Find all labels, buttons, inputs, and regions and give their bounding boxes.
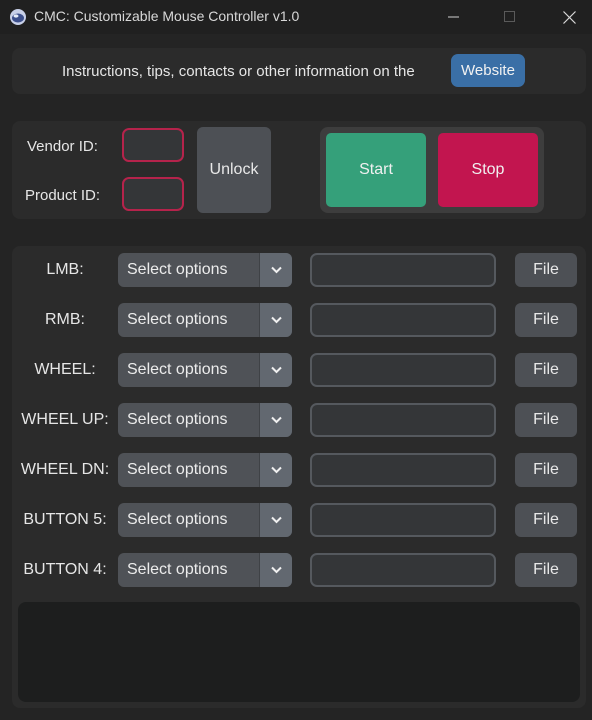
file-button[interactable]: File [515, 353, 577, 387]
file-button[interactable]: File [515, 503, 577, 537]
chevron-down-icon [271, 416, 282, 424]
mapping-row-rmb: RMB: Select options File [12, 303, 586, 337]
mapping-row-lmb: LMB: Select options File [12, 253, 586, 287]
mapping-row-wheel: WHEEL: Select options File [12, 353, 586, 387]
product-id-label: Product ID: [25, 187, 101, 204]
file-path-input[interactable] [310, 553, 496, 587]
start-button[interactable]: Start [326, 133, 426, 207]
chevron-down-icon [271, 266, 282, 274]
device-frame: Vendor ID: Product ID: Unlock Start Stop [12, 121, 586, 219]
unlock-button[interactable]: Unlock [197, 127, 271, 213]
file-path-input[interactable] [310, 353, 496, 387]
file-path-input[interactable] [310, 503, 496, 537]
select-value: Select options [127, 461, 228, 478]
maximize-button[interactable] [487, 0, 533, 34]
file-button[interactable]: File [515, 403, 577, 437]
info-frame: Instructions, tips, contacts or other in… [12, 48, 586, 94]
chevron-down-icon [271, 516, 282, 524]
mapping-row-button-4: BUTTON 4: Select options File [12, 553, 586, 587]
dropdown-button[interactable] [259, 303, 292, 337]
mapping-label: BUTTON 4: [23, 561, 107, 578]
minimize-button[interactable] [431, 0, 477, 34]
dropdown-button[interactable] [259, 453, 292, 487]
stop-button[interactable]: Stop [438, 133, 538, 207]
select-value: Select options [127, 561, 228, 578]
mapping-label: WHEEL DN: [20, 461, 110, 478]
mapping-row-wheel-dn: WHEEL DN: Select options File [12, 453, 586, 487]
action-select[interactable]: Select options [118, 303, 292, 337]
dropdown-button[interactable] [259, 403, 292, 437]
action-select[interactable]: Select options [118, 453, 292, 487]
file-button[interactable]: File [515, 303, 577, 337]
dropdown-button[interactable] [259, 503, 292, 537]
info-text: Instructions, tips, contacts or other in… [62, 63, 415, 80]
action-select[interactable]: Select options [118, 353, 292, 387]
mapping-label: RMB: [45, 311, 85, 328]
file-path-input[interactable] [310, 403, 496, 437]
chevron-down-icon [271, 466, 282, 474]
close-icon [563, 11, 576, 24]
mapping-label: LMB: [46, 261, 84, 278]
mouse-app-icon [10, 9, 26, 25]
mapping-label: WHEEL UP: [21, 411, 109, 428]
dropdown-button[interactable] [259, 553, 292, 587]
chevron-down-icon [271, 316, 282, 324]
maximize-icon [504, 11, 515, 22]
start-stop-panel: Start Stop [320, 127, 544, 213]
minimize-icon [448, 16, 459, 18]
website-button[interactable]: Website [451, 54, 525, 87]
mapping-frame: LMB: Select options File RMB: Select opt… [12, 246, 586, 708]
mapping-row-button-5: BUTTON 5: Select options File [12, 503, 586, 537]
dropdown-button[interactable] [259, 353, 292, 387]
title-bar: CMC: Customizable Mouse Controller v1.0 [0, 0, 592, 34]
select-value: Select options [127, 411, 228, 428]
file-path-input[interactable] [310, 253, 496, 287]
action-select[interactable]: Select options [118, 403, 292, 437]
select-value: Select options [127, 361, 228, 378]
chevron-down-icon [271, 566, 282, 574]
mapping-label: BUTTON 5: [23, 511, 107, 528]
file-path-input[interactable] [310, 303, 496, 337]
action-select[interactable]: Select options [118, 253, 292, 287]
file-path-input[interactable] [310, 453, 496, 487]
action-select[interactable]: Select options [118, 553, 292, 587]
file-button[interactable]: File [515, 253, 577, 287]
file-button[interactable]: File [515, 553, 577, 587]
log-textbox[interactable] [18, 602, 580, 702]
select-value: Select options [127, 311, 228, 328]
window-title: CMC: Customizable Mouse Controller v1.0 [34, 8, 300, 24]
chevron-down-icon [271, 366, 282, 374]
mapping-row-wheel-up: WHEEL UP: Select options File [12, 403, 586, 437]
mapping-label: WHEEL: [34, 361, 96, 378]
close-button[interactable] [546, 0, 592, 34]
select-value: Select options [127, 511, 228, 528]
select-value: Select options [127, 261, 228, 278]
action-select[interactable]: Select options [118, 503, 292, 537]
file-button[interactable]: File [515, 453, 577, 487]
dropdown-button[interactable] [259, 253, 292, 287]
product-id-input[interactable] [122, 177, 184, 211]
vendor-id-input[interactable] [122, 128, 184, 162]
vendor-id-label: Vendor ID: [27, 138, 98, 155]
